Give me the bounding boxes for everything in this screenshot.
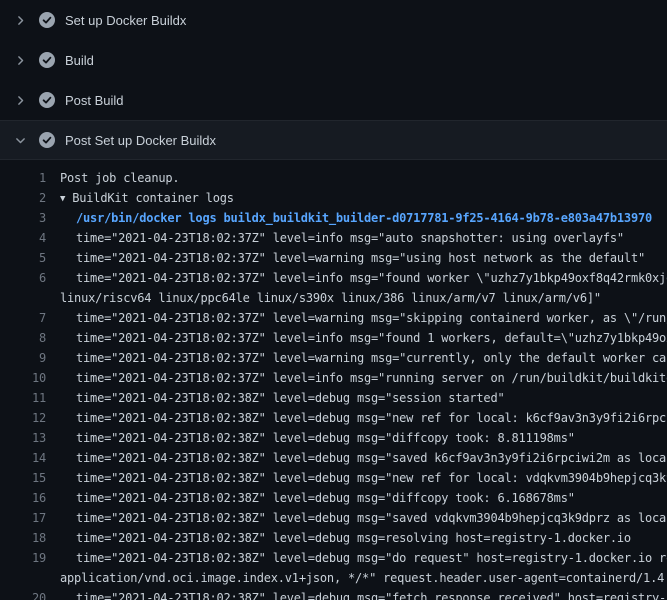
step-header-3[interactable]: Post Set up Docker Buildx (0, 120, 667, 160)
log-line: 20 time="2021-04-23T18:02:38Z" level=deb… (0, 588, 667, 600)
log-line-number[interactable]: 10 (0, 368, 46, 388)
log-line-number[interactable]: 9 (0, 348, 46, 368)
log-line-number[interactable]: 4 (0, 228, 46, 248)
log-line: 7 time="2021-04-23T18:02:37Z" level=warn… (0, 308, 667, 328)
log-line: 16 time="2021-04-23T18:02:38Z" level=deb… (0, 488, 667, 508)
step-header-1[interactable]: Build (0, 40, 667, 80)
step-title: Post Build (65, 93, 124, 108)
log-line: 15 time="2021-04-23T18:02:38Z" level=deb… (0, 468, 667, 488)
step-list: Set up Docker Buildx Build Post Build (0, 0, 667, 160)
log-line: 3 /usr/bin/docker logs buildx_buildkit_b… (0, 208, 667, 228)
check-circle-icon (39, 132, 55, 148)
log-line: 5 time="2021-04-23T18:02:37Z" level=warn… (0, 248, 667, 268)
chevron-right-icon[interactable] (14, 54, 27, 67)
log-line-number[interactable]: 11 (0, 388, 46, 408)
log-line-number[interactable]: 20 (0, 588, 46, 600)
log-line: 6 time="2021-04-23T18:02:37Z" level=info… (0, 268, 667, 288)
log-line-text: time="2021-04-23T18:02:37Z" level=info m… (46, 368, 667, 388)
step-header-0[interactable]: Set up Docker Buildx (0, 0, 667, 40)
log-line: 9 time="2021-04-23T18:02:37Z" level=warn… (0, 348, 667, 368)
log-line: 18 time="2021-04-23T18:02:38Z" level=deb… (0, 528, 667, 548)
log-line-number[interactable]: 1 (0, 168, 46, 188)
log-line-text: time="2021-04-23T18:02:37Z" level=warnin… (46, 248, 667, 268)
log-line-number[interactable]: 2 (0, 188, 46, 208)
log-line-text: time="2021-04-23T18:02:38Z" level=debug … (46, 488, 667, 508)
log-line: 17 time="2021-04-23T18:02:38Z" level=deb… (0, 508, 667, 528)
log-line: 2 ▼ BuildKit container logs (0, 188, 667, 208)
log-line-number[interactable] (0, 568, 46, 588)
check-circle-icon (39, 52, 55, 68)
log-line-text: time="2021-04-23T18:02:37Z" level=info m… (46, 268, 667, 288)
step-title: Build (65, 53, 94, 68)
group-toggle-icon[interactable]: ▼ (60, 189, 65, 208)
log-line-number[interactable]: 3 (0, 208, 46, 228)
log-line: 14 time="2021-04-23T18:02:38Z" level=deb… (0, 448, 667, 468)
chevron-down-icon[interactable] (14, 134, 27, 147)
log-line-number[interactable]: 13 (0, 428, 46, 448)
group-title[interactable]: BuildKit container logs (72, 191, 234, 205)
log-line-text: Post job cleanup. (46, 168, 667, 188)
log-line: 4 time="2021-04-23T18:02:37Z" level=info… (0, 228, 667, 248)
log-line-text: ▼ BuildKit container logs (46, 188, 667, 208)
log-line-text: time="2021-04-23T18:02:37Z" level=info m… (46, 328, 667, 348)
log-line-number[interactable]: 5 (0, 248, 46, 268)
log-line-number[interactable]: 16 (0, 488, 46, 508)
log-line: 8 time="2021-04-23T18:02:37Z" level=info… (0, 328, 667, 348)
chevron-right-icon[interactable] (14, 94, 27, 107)
log-line: 19 time="2021-04-23T18:02:38Z" level=deb… (0, 548, 667, 568)
step-title: Post Set up Docker Buildx (65, 133, 216, 148)
log-line: 13 time="2021-04-23T18:02:38Z" level=deb… (0, 428, 667, 448)
log-line-number[interactable] (0, 288, 46, 308)
log-line-text: time="2021-04-23T18:02:38Z" level=debug … (46, 528, 667, 548)
log-line-text: time="2021-04-23T18:02:38Z" level=debug … (46, 388, 667, 408)
log-line-text: time="2021-04-23T18:02:37Z" level=warnin… (46, 348, 667, 368)
log-line: linux/riscv64 linux/ppc64le linux/s390x … (0, 288, 667, 308)
log-line-text: time="2021-04-23T18:02:38Z" level=debug … (46, 428, 667, 448)
log-line-text: linux/riscv64 linux/ppc64le linux/s390x … (46, 288, 667, 308)
log-line-number[interactable]: 7 (0, 308, 46, 328)
log-line: 1 Post job cleanup. (0, 168, 667, 188)
check-circle-icon (39, 12, 55, 28)
log-line-number[interactable]: 19 (0, 548, 46, 568)
log-line-text: time="2021-04-23T18:02:38Z" level=debug … (46, 548, 667, 568)
log-line-number[interactable]: 18 (0, 528, 46, 548)
log-line-text: time="2021-04-23T18:02:38Z" level=debug … (46, 588, 667, 600)
log-output: 1 Post job cleanup. 2 ▼ BuildKit containe… (0, 160, 667, 600)
log-line-number[interactable]: 6 (0, 268, 46, 288)
log-line-text: time="2021-04-23T18:02:37Z" level=info m… (46, 228, 667, 248)
log-line: 11 time="2021-04-23T18:02:38Z" level=deb… (0, 388, 667, 408)
log-line-number[interactable]: 8 (0, 328, 46, 348)
log-line-number[interactable]: 17 (0, 508, 46, 528)
log-line-number[interactable]: 15 (0, 468, 46, 488)
log-line: 10 time="2021-04-23T18:02:37Z" level=inf… (0, 368, 667, 388)
log-line-text: time="2021-04-23T18:02:38Z" level=debug … (46, 468, 667, 488)
log-line-text: application/vnd.oci.image.index.v1+json,… (46, 568, 667, 588)
log-line-text: /usr/bin/docker logs buildx_buildkit_bui… (46, 208, 667, 228)
log-line-text: time="2021-04-23T18:02:38Z" level=debug … (46, 508, 667, 528)
log-line-text: time="2021-04-23T18:02:37Z" level=warnin… (46, 308, 667, 328)
log-line: application/vnd.oci.image.index.v1+json,… (0, 568, 667, 588)
check-circle-icon (39, 92, 55, 108)
log-line-number[interactable]: 12 (0, 408, 46, 428)
log-line-text: time="2021-04-23T18:02:38Z" level=debug … (46, 448, 667, 468)
step-title: Set up Docker Buildx (65, 13, 186, 28)
actions-log-viewer: Set up Docker Buildx Build Post Build (0, 0, 667, 600)
chevron-right-icon[interactable] (14, 14, 27, 27)
step-header-2[interactable]: Post Build (0, 80, 667, 120)
log-line-text: time="2021-04-23T18:02:38Z" level=debug … (46, 408, 667, 428)
log-line: 12 time="2021-04-23T18:02:38Z" level=deb… (0, 408, 667, 428)
log-line-number[interactable]: 14 (0, 448, 46, 468)
